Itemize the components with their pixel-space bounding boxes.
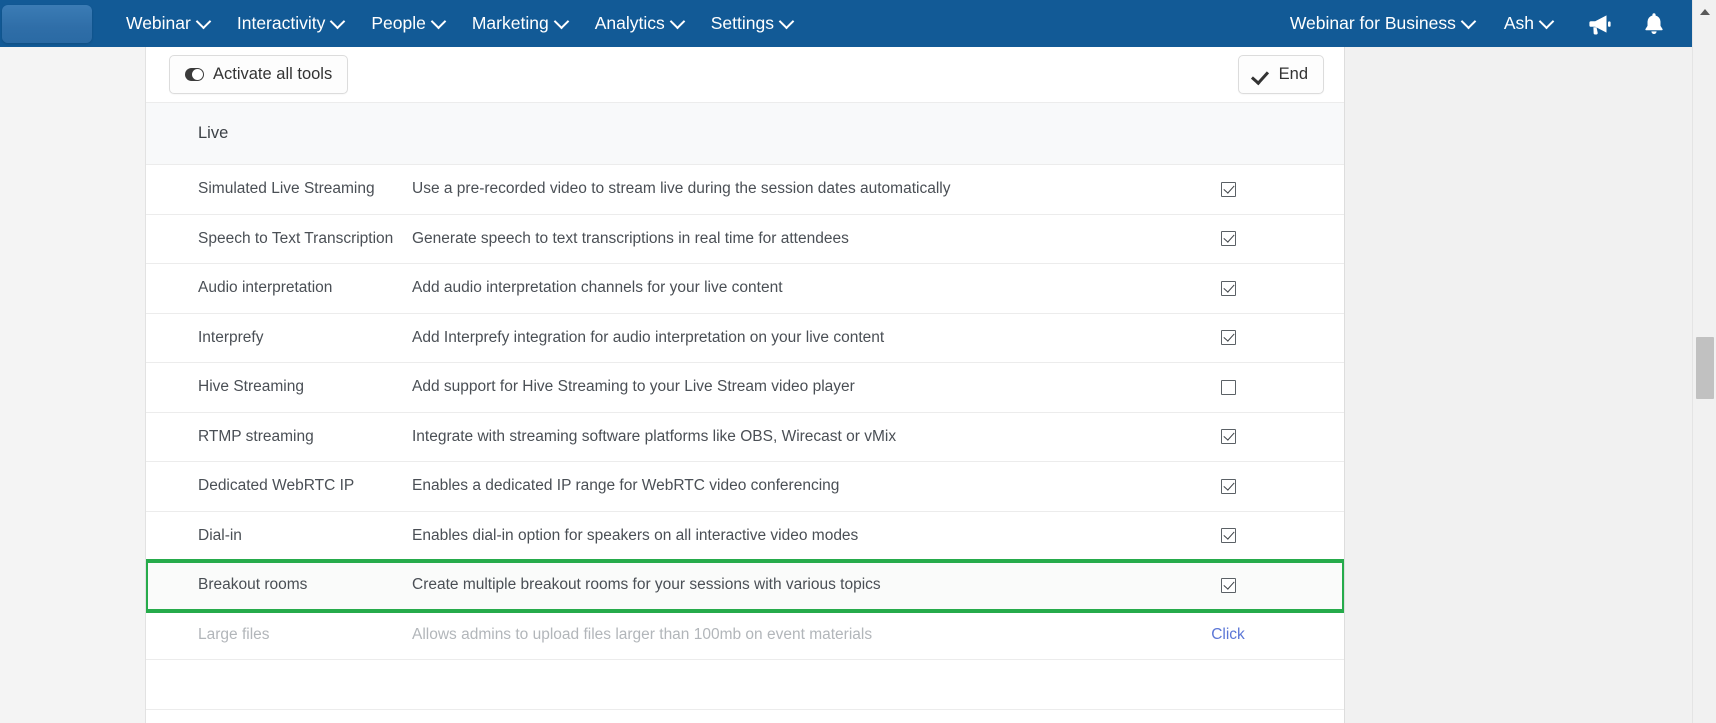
tool-name: Interprefy [198, 328, 264, 346]
nav-item-label: Analytics [594, 13, 665, 33]
tool-checkbox[interactable] [1220, 231, 1236, 247]
tool-description: Add Interprefy integration for audio int… [412, 328, 885, 346]
nav-item-label: Marketing [471, 13, 549, 33]
tool-description: Add audio interpretation channels for yo… [412, 279, 783, 297]
tool-name: RTMP streaming [198, 427, 314, 445]
tool-name: Simulated Live Streaming [198, 180, 375, 198]
tool-control [1112, 429, 1344, 445]
megaphone-icon[interactable] [1580, 4, 1620, 44]
chevron-down-icon [433, 16, 444, 27]
page-scrollbar[interactable] [1692, 0, 1716, 723]
nav-item-settings[interactable]: Settings [697, 7, 806, 40]
tool-control [1112, 577, 1344, 593]
activate-all-tools-label: Activate all tools [213, 65, 333, 83]
table-row[interactable]: RTMP streaming Integrate with streaming … [146, 412, 1344, 462]
secondary-nav-items: Webinar for Business Ash [1276, 4, 1692, 44]
nav-item-analytics[interactable]: Analytics [581, 7, 697, 40]
tool-checkbox[interactable] [1220, 280, 1236, 296]
table-row-partial[interactable] [146, 660, 1344, 710]
nav-item-interactivity[interactable]: Interactivity [223, 7, 358, 40]
top-navigation-bar: Webinar Interactivity People Marketing A… [0, 0, 1692, 47]
chevron-down-icon [198, 16, 209, 27]
tool-description: Create multiple breakout rooms for your … [412, 576, 881, 594]
account-switcher-label: Webinar for Business [1289, 13, 1456, 33]
nav-item-label: Webinar [126, 13, 191, 33]
tool-control [1112, 280, 1344, 296]
table-row[interactable]: Speech to Text Transcription Generate sp… [146, 214, 1344, 264]
scrollbar-thumb[interactable] [1696, 337, 1714, 399]
table-row[interactable]: Large files Allows admins to upload file… [146, 610, 1344, 660]
nav-item-label: Interactivity [236, 13, 326, 33]
table-row[interactable]: Hive Streaming Add support for Hive Stre… [146, 363, 1344, 413]
nav-item-label: Settings [710, 13, 774, 33]
tool-name: Large files [198, 625, 270, 643]
tool-control [1112, 231, 1344, 247]
chevron-down-icon [332, 16, 343, 27]
end-button-label: End [1278, 65, 1308, 83]
table-row[interactable]: Dedicated WebRTC IP Enables a dedicated … [146, 462, 1344, 512]
user-menu[interactable]: Ash [1490, 7, 1566, 40]
tool-description: Generate speech to text transcriptions i… [412, 229, 849, 247]
nav-item-label: People [371, 13, 426, 33]
section-title: Live [198, 124, 229, 142]
tool-control [1112, 528, 1344, 544]
chevron-down-icon [556, 16, 567, 27]
tool-checkbox[interactable] [1220, 379, 1236, 395]
brand-logo[interactable] [2, 4, 92, 43]
tools-table: Simulated Live Streaming Use a pre-recor… [146, 165, 1344, 710]
tool-name: Audio interpretation [198, 279, 333, 297]
tool-control: Click [1112, 626, 1344, 644]
request-access-link[interactable]: Click [1211, 626, 1245, 644]
tool-checkbox[interactable] [1220, 478, 1236, 494]
nav-item-people[interactable]: People [357, 7, 458, 40]
toggle-icon [185, 68, 204, 81]
tool-checkbox[interactable] [1220, 181, 1236, 197]
tool-control [1112, 330, 1344, 346]
table-row[interactable]: Dial-in Enables dial-in option for speak… [146, 511, 1344, 561]
tool-description: Allows admins to upload files larger tha… [412, 625, 873, 643]
tool-name: Breakout rooms [198, 576, 308, 594]
section-header-live: Live [146, 102, 1344, 165]
tool-control [1112, 181, 1344, 197]
primary-nav-items: Webinar Interactivity People Marketing A… [112, 7, 806, 40]
tool-name: Dedicated WebRTC IP [198, 477, 355, 495]
tool-description: Add support for Hive Streaming to your L… [412, 378, 855, 396]
table-row[interactable]: Simulated Live Streaming Use a pre-recor… [146, 165, 1344, 215]
page-body: Activate all tools End Live Simulated Li… [0, 47, 1692, 723]
left-rail [0, 47, 146, 723]
table-row-breakout-rooms[interactable]: Breakout rooms Create multiple breakout … [146, 559, 1344, 613]
table-row[interactable]: Interprefy Add Interprefy integration fo… [146, 313, 1344, 363]
tool-checkbox[interactable] [1220, 528, 1236, 544]
tool-checkbox[interactable] [1220, 330, 1236, 346]
tool-name: Speech to Text Transcription [198, 229, 394, 247]
tool-checkbox[interactable] [1220, 429, 1236, 445]
account-switcher[interactable]: Webinar for Business [1276, 7, 1488, 40]
chevron-down-icon [672, 16, 683, 27]
tool-name: Hive Streaming [198, 378, 304, 396]
nav-item-marketing[interactable]: Marketing [458, 7, 581, 40]
activate-all-tools-button[interactable]: Activate all tools [169, 55, 349, 94]
tool-name: Dial-in [198, 526, 242, 544]
bell-icon[interactable] [1634, 4, 1674, 44]
tool-control [1112, 478, 1344, 494]
tool-control [1112, 379, 1344, 395]
tool-description: Enables a dedicated IP range for WebRTC … [412, 477, 840, 495]
table-row[interactable]: Audio interpretation Add audio interpret… [146, 264, 1344, 314]
tools-panel: Activate all tools End Live Simulated Li… [146, 47, 1345, 723]
tools-toolbar: Activate all tools End [146, 47, 1344, 102]
scroll-up-arrow-icon[interactable] [1693, 4, 1716, 20]
tool-description: Enables dial-in option for speakers on a… [412, 526, 859, 544]
end-button[interactable]: End [1237, 55, 1324, 94]
tool-checkbox[interactable] [1220, 577, 1236, 593]
tool-description: Integrate with streaming software platfo… [412, 427, 897, 445]
tool-description: Use a pre-recorded video to stream live … [412, 180, 951, 198]
user-menu-label: Ash [1503, 13, 1534, 33]
chevron-down-icon [781, 16, 792, 27]
chevron-down-icon [1463, 16, 1474, 27]
checkmark-icon [1254, 69, 1270, 80]
nav-item-webinar[interactable]: Webinar [112, 7, 223, 40]
chevron-down-icon [1541, 16, 1552, 27]
